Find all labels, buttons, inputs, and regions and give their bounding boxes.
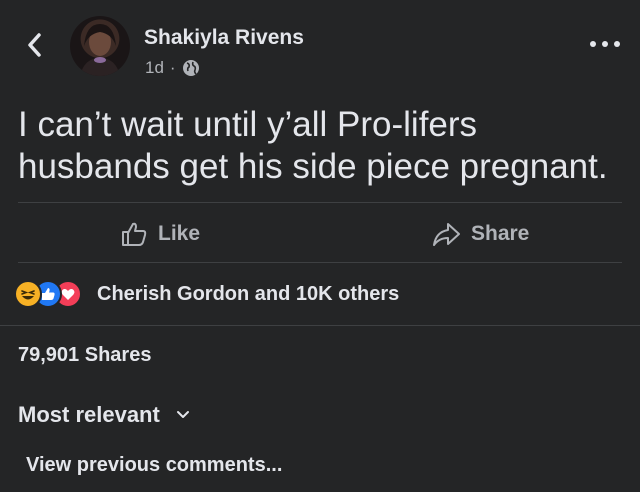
post-timestamp[interactable]: 1d <box>145 58 164 78</box>
globe-icon <box>182 60 199 76</box>
like-label: Like <box>158 222 201 245</box>
avatar[interactable] <box>70 16 130 76</box>
share-label: Share <box>471 222 530 245</box>
author-name[interactable]: Shakiyla Rivens <box>144 26 304 50</box>
post-meta: 1d · <box>145 58 200 78</box>
share-arrow-icon <box>433 223 460 246</box>
more-dot <box>602 41 608 47</box>
reaction-icons[interactable] <box>14 280 82 308</box>
more-options-button[interactable] <box>590 38 620 50</box>
divider <box>18 262 622 263</box>
meta-separator: · <box>169 58 176 77</box>
share-button[interactable]: Share <box>431 220 529 248</box>
like-button[interactable]: Like <box>120 220 200 248</box>
post-text: I can’t wait until y’all Pro-lifers husb… <box>18 105 608 186</box>
haha-reaction-icon <box>14 280 42 308</box>
chevron-left-icon <box>28 33 41 57</box>
back-button[interactable] <box>22 30 46 60</box>
divider <box>18 202 622 203</box>
reactions-summary[interactable]: Cherish Gordon and 10K others <box>97 283 399 306</box>
more-horizontal-icon <box>590 41 596 47</box>
shares-count[interactable]: 79,901 Shares <box>18 344 151 367</box>
sort-label: Most relevant <box>18 402 160 427</box>
chevron-down-icon <box>176 411 189 418</box>
divider <box>0 325 640 326</box>
comment-sort-dropdown[interactable]: Most relevant <box>18 402 190 428</box>
avatar-image <box>80 24 120 76</box>
thumbs-up-icon <box>122 222 147 246</box>
more-dot <box>614 41 620 47</box>
view-previous-comments-link[interactable]: View previous comments... <box>26 454 282 477</box>
